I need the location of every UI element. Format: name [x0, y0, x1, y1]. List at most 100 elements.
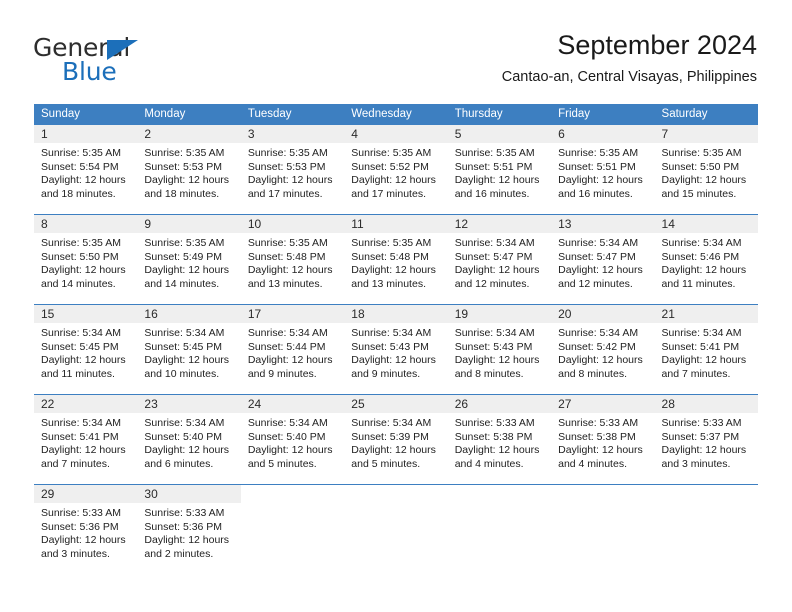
- day-cell[interactable]: 12 Sunrise: 5:34 AM Sunset: 5:47 PM Dayligh…: [447, 215, 552, 304]
- day-info: Sunrise: 5:35 AM Sunset: 5:53 PM Daylight:…: [137, 143, 240, 201]
- day-cell[interactable]: 26 Sunrise: 5:33 AM Sunset: 5:38 PM Dayligh…: [447, 395, 552, 484]
- day-number: [551, 485, 655, 503]
- day-cell[interactable]: 22 Sunrise: 5:34 AM Sunset: 5:41 PM Dayligh…: [34, 395, 138, 484]
- sunrise-text: Sunrise: 5:34 AM: [247, 417, 328, 429]
- day-info: Sunrise: 5:35 AM Sunset: 5:48 PM Daylight:…: [241, 233, 344, 291]
- daylight-text: Daylight: 12 hours and 11 minutes.: [41, 354, 126, 380]
- day-cell[interactable]: 21 Sunrise: 5:34 AM Sunset: 5:41 PM Dayligh…: [654, 305, 758, 394]
- day-info: Sunrise: 5:34 AM Sunset: 5:42 PM Daylight:…: [551, 323, 654, 381]
- sunrise-text: Sunrise: 5:35 AM: [247, 237, 328, 249]
- day-cell[interactable]: 24 Sunrise: 5:34 AM Sunset: 5:40 PM Dayligh…: [240, 395, 345, 484]
- calendar-page: General Blue September 2024 Cantao-an, C…: [0, 0, 792, 612]
- general-blue-logo[interactable]: General Blue: [33, 33, 233, 89]
- day-number: 9: [137, 215, 241, 233]
- day-info: Sunrise: 5:35 AM Sunset: 5:49 PM Daylight:…: [137, 233, 240, 291]
- day-cell[interactable]: 13 Sunrise: 5:34 AM Sunset: 5:47 PM Dayligh…: [551, 215, 655, 304]
- day-number: 22: [34, 395, 138, 413]
- daylight-text: Daylight: 12 hours and 17 minutes.: [247, 174, 333, 200]
- daylight-text: Daylight: 12 hours and 15 minutes.: [661, 174, 747, 200]
- day-cell[interactable]: 2 Sunrise: 5:35 AM Sunset: 5:53 PM Daylight…: [137, 125, 241, 214]
- day-cell[interactable]: 29 Sunrise: 5:33 AM Sunset: 5:36 PM Dayligh…: [34, 485, 138, 574]
- day-info: Sunrise: 5:33 AM Sunset: 5:38 PM Daylight:…: [448, 413, 551, 471]
- sunset-text: Sunset: 5:50 PM: [661, 160, 740, 173]
- day-info: Sunrise: 5:35 AM Sunset: 5:53 PM Daylight:…: [241, 143, 344, 201]
- daylight-text: Daylight: 12 hours and 6 minutes.: [144, 444, 230, 470]
- day-cell[interactable]: 20 Sunrise: 5:34 AM Sunset: 5:42 PM Dayligh…: [551, 305, 655, 394]
- sunset-text: Sunset: 5:53 PM: [144, 160, 223, 173]
- day-number: [240, 485, 345, 503]
- day-cell[interactable]: 5 Sunrise: 5:35 AM Sunset: 5:51 PM Daylight…: [447, 125, 552, 214]
- day-cell[interactable]: 3 Sunrise: 5:35 AM Sunset: 5:53 PM Daylight…: [240, 125, 345, 214]
- day-cell[interactable]: 23 Sunrise: 5:34 AM Sunset: 5:40 PM Dayligh…: [137, 395, 241, 484]
- day-cell[interactable]: 15 Sunrise: 5:34 AM Sunset: 5:45 PM Dayligh…: [34, 305, 138, 394]
- day-cell[interactable]: 6 Sunrise: 5:35 AM Sunset: 5:51 PM Daylight…: [551, 125, 655, 214]
- day-info: Sunrise: 5:34 AM Sunset: 5:45 PM Daylight:…: [137, 323, 240, 381]
- day-number: 23: [137, 395, 241, 413]
- day-info: Sunrise: 5:34 AM Sunset: 5:41 PM Daylight:…: [655, 323, 758, 381]
- day-info: Sunrise: 5:34 AM Sunset: 5:41 PM Daylight:…: [34, 413, 137, 471]
- day-info: Sunrise: 5:34 AM Sunset: 5:40 PM Daylight:…: [137, 413, 240, 471]
- day-number: 3: [240, 125, 345, 143]
- sunset-text: Sunset: 5:51 PM: [454, 160, 533, 173]
- day-number: 20: [551, 305, 655, 323]
- day-cell[interactable]: 4 Sunrise: 5:35 AM Sunset: 5:52 PM Daylight…: [344, 125, 448, 214]
- day-number: 6: [551, 125, 655, 143]
- day-number: 30: [137, 485, 241, 503]
- daylight-text: Daylight: 12 hours and 8 minutes.: [454, 354, 540, 380]
- day-cell-empty: [447, 485, 552, 574]
- daylight-text: Daylight: 12 hours and 18 minutes.: [144, 174, 230, 200]
- day-number: [447, 485, 552, 503]
- sunrise-text: Sunrise: 5:35 AM: [661, 147, 742, 159]
- sunrise-text: Sunrise: 5:35 AM: [41, 147, 121, 159]
- sunrise-text: Sunrise: 5:34 AM: [661, 327, 742, 339]
- sunrise-text: Sunrise: 5:35 AM: [351, 147, 432, 159]
- sunrise-text: Sunrise: 5:33 AM: [41, 507, 121, 519]
- sunset-text: Sunset: 5:44 PM: [247, 340, 326, 353]
- day-info: Sunrise: 5:34 AM Sunset: 5:46 PM Daylight:…: [655, 233, 758, 291]
- day-cell[interactable]: 1 Sunrise: 5:35 AM Sunset: 5:54 PM Daylight…: [34, 125, 138, 214]
- sunset-text: Sunset: 5:43 PM: [351, 340, 429, 353]
- day-number: 8: [34, 215, 138, 233]
- sunrise-text: Sunrise: 5:34 AM: [144, 417, 225, 429]
- page-subtitle: Cantao-an, Central Visayas, Philippines: [501, 69, 757, 85]
- day-cell[interactable]: 9 Sunrise: 5:35 AM Sunset: 5:49 PM Daylight…: [137, 215, 241, 304]
- day-cell[interactable]: 7 Sunrise: 5:35 AM Sunset: 5:50 PM Daylight…: [654, 125, 758, 214]
- week-row: 8 Sunrise: 5:35 AM Sunset: 5:50 PM Daylight…: [34, 214, 758, 304]
- sunset-text: Sunset: 5:45 PM: [144, 340, 223, 353]
- day-number: 10: [240, 215, 345, 233]
- day-cell[interactable]: 25 Sunrise: 5:34 AM Sunset: 5:39 PM Dayligh…: [344, 395, 448, 484]
- sunset-text: Sunset: 5:38 PM: [558, 430, 636, 443]
- week-row: 22 Sunrise: 5:34 AM Sunset: 5:41 PM Dayligh…: [34, 394, 758, 484]
- day-cell-empty: [551, 485, 655, 574]
- day-cell-empty: [654, 485, 758, 574]
- day-info: Sunrise: 5:33 AM Sunset: 5:36 PM Daylight:…: [137, 503, 240, 561]
- week-row: 15 Sunrise: 5:34 AM Sunset: 5:45 PM Dayligh…: [34, 304, 758, 394]
- sunrise-text: Sunrise: 5:33 AM: [558, 417, 639, 429]
- day-cell[interactable]: 8 Sunrise: 5:35 AM Sunset: 5:50 PM Daylight…: [34, 215, 138, 304]
- title-block: September 2024 Cantao-an, Central Visaya…: [502, 28, 757, 86]
- day-cell[interactable]: 28 Sunrise: 5:33 AM Sunset: 5:37 PM Dayligh…: [654, 395, 758, 484]
- sunrise-text: Sunrise: 5:34 AM: [41, 417, 121, 429]
- day-number: 18: [344, 305, 448, 323]
- day-cell[interactable]: 11 Sunrise: 5:35 AM Sunset: 5:48 PM Dayligh…: [344, 215, 448, 304]
- day-number: 26: [447, 395, 552, 413]
- day-cell[interactable]: 14 Sunrise: 5:34 AM Sunset: 5:46 PM Dayligh…: [654, 215, 758, 304]
- day-cell[interactable]: 30 Sunrise: 5:33 AM Sunset: 5:36 PM Dayligh…: [137, 485, 241, 574]
- day-cell-empty: [344, 485, 448, 574]
- sunrise-text: Sunrise: 5:33 AM: [454, 417, 535, 429]
- sunrise-text: Sunrise: 5:35 AM: [558, 147, 639, 159]
- daylight-text: Daylight: 12 hours and 12 minutes.: [558, 264, 643, 290]
- day-cell[interactable]: 19 Sunrise: 5:34 AM Sunset: 5:43 PM Dayligh…: [447, 305, 552, 394]
- sunset-text: Sunset: 5:36 PM: [144, 520, 223, 533]
- day-cell[interactable]: 16 Sunrise: 5:34 AM Sunset: 5:45 PM Dayligh…: [137, 305, 241, 394]
- sunrise-text: Sunrise: 5:34 AM: [558, 327, 639, 339]
- day-number: 12: [447, 215, 552, 233]
- day-cell[interactable]: 17 Sunrise: 5:34 AM Sunset: 5:44 PM Dayligh…: [240, 305, 345, 394]
- sunset-text: Sunset: 5:51 PM: [558, 160, 636, 173]
- sunset-text: Sunset: 5:36 PM: [41, 520, 119, 533]
- day-cell[interactable]: 18 Sunrise: 5:34 AM Sunset: 5:43 PM Dayligh…: [344, 305, 448, 394]
- day-cell[interactable]: 10 Sunrise: 5:35 AM Sunset: 5:48 PM Dayligh…: [240, 215, 345, 304]
- day-cell[interactable]: 27 Sunrise: 5:33 AM Sunset: 5:38 PM Dayligh…: [551, 395, 655, 484]
- sunrise-text: Sunrise: 5:34 AM: [661, 237, 742, 249]
- weekday-saturday: Saturday: [661, 108, 708, 120]
